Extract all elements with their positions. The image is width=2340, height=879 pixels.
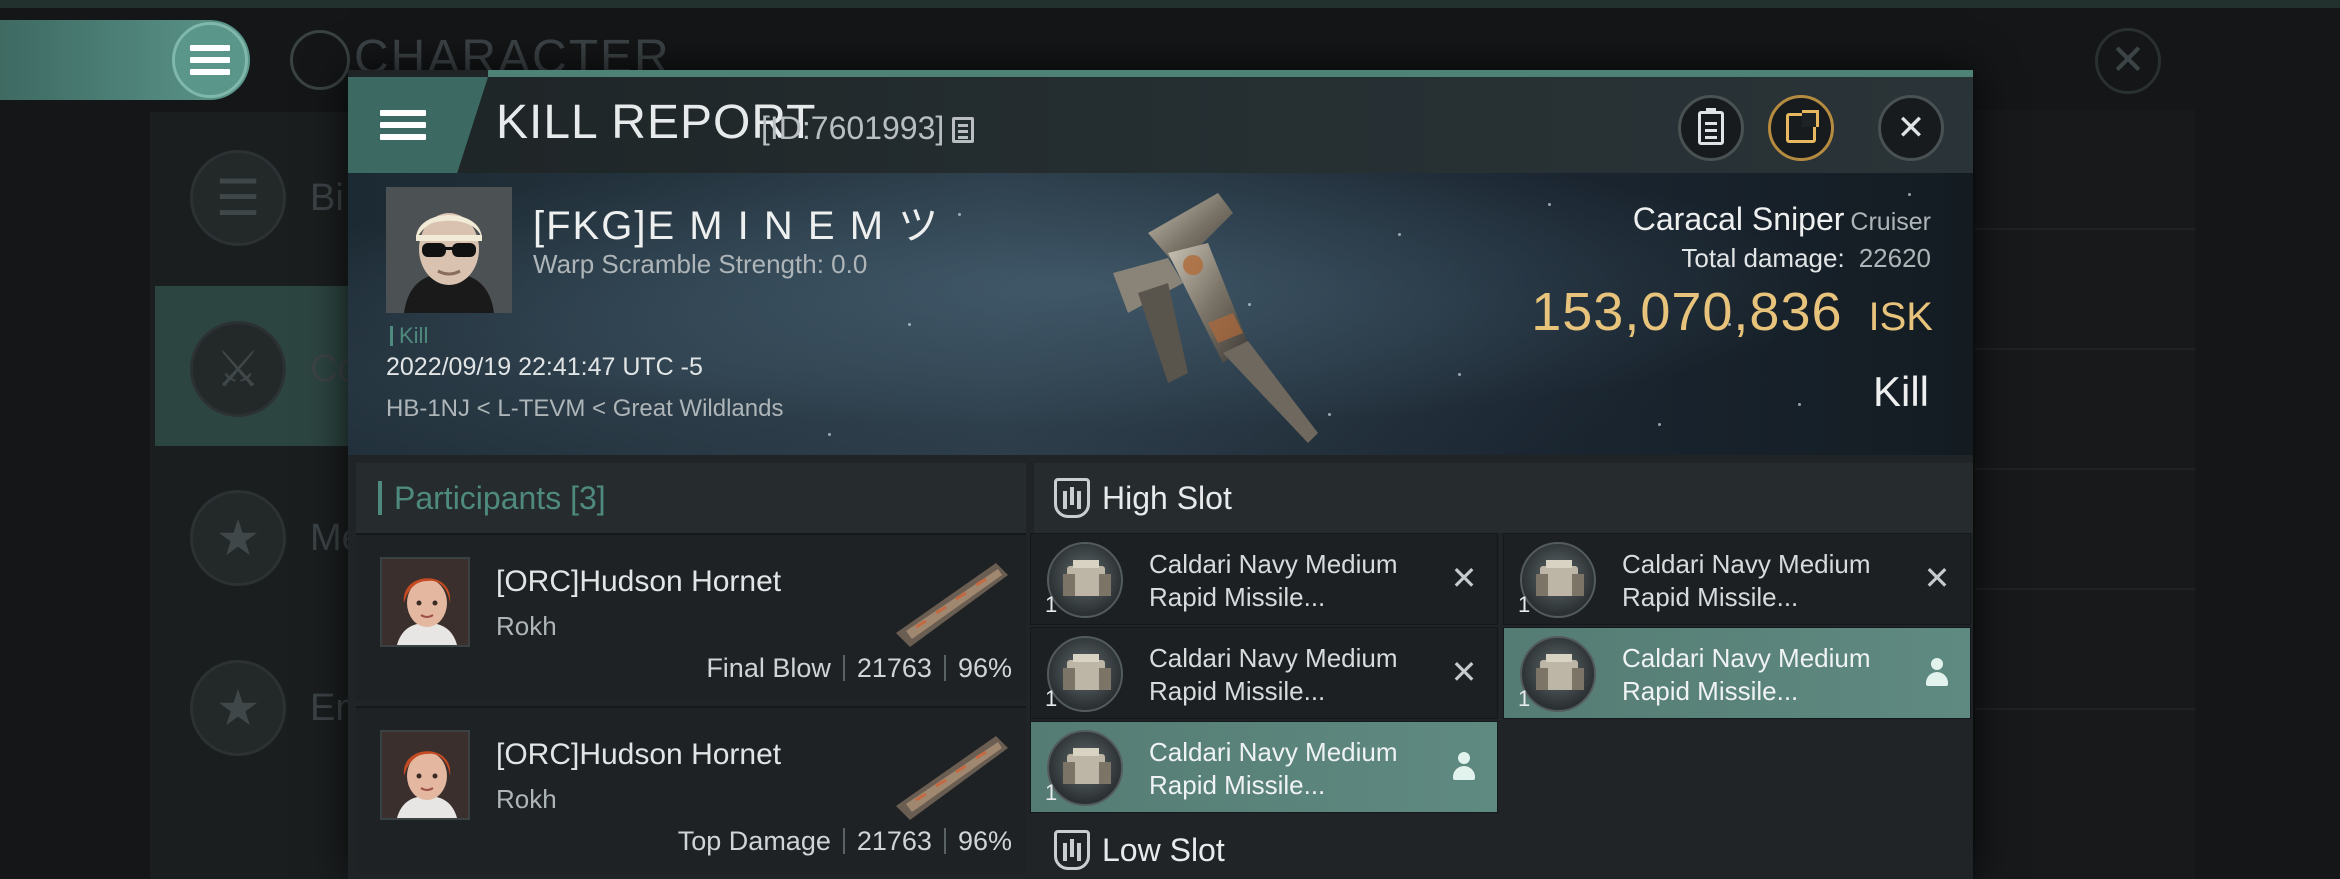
module-name: Caldari Navy Medium Rapid Missile...	[1622, 549, 1871, 612]
ship-render	[1113, 193, 1318, 443]
weapon-image	[896, 736, 1008, 820]
destroyed-x-icon: ✕	[1450, 560, 1478, 596]
module-name: Caldari Navy Medium Rapid Missile...	[1622, 643, 1871, 706]
high-slot-label: High Slot	[1102, 479, 1232, 516]
share-button[interactable]	[1768, 95, 1834, 161]
isk-value-line: 153,070,836 ISK	[1531, 281, 1933, 343]
list-icon: ☰	[190, 150, 286, 246]
participants-count: [3]	[570, 479, 606, 516]
module-name: Caldari Navy Medium Rapid Missile...	[1149, 549, 1398, 612]
total-damage: Total damage: 22620	[1681, 243, 1931, 274]
participant-role: Final Blow	[706, 653, 831, 683]
participant-ship: Rokh	[496, 611, 557, 641]
module-name: Caldari Navy Medium Rapid Missile...	[1149, 737, 1398, 800]
kill-tag: Kill	[390, 323, 428, 349]
participant-stats: Final Blow 21763 96%	[706, 653, 1012, 684]
module-item[interactable]: 1 Caldari Navy Medium Rapid Missile... ✕	[1030, 533, 1498, 625]
kill-datetime: 2022/09/19 22:41:47 UTC -5	[386, 353, 703, 381]
participant-damage: 21763	[856, 653, 932, 683]
victim-portrait[interactable]	[386, 187, 512, 313]
module-quantity: 1	[1045, 780, 1058, 805]
sidebar-item-medals[interactable]: ★ Me	[155, 455, 363, 615]
warp-scramble-strength: Warp Scramble Strength: 0.0	[533, 249, 868, 279]
isk-unit: ISK	[1868, 295, 1933, 339]
star-icon: ★	[190, 490, 286, 586]
participant-name: [ORC]Hudson Hornet	[496, 738, 782, 771]
module-quantity: 1	[1045, 592, 1058, 617]
high-slot-header: High Slot	[1034, 463, 1973, 533]
launcher-icon	[1047, 730, 1123, 806]
outcome-label: Kill	[1872, 368, 1929, 415]
participant-stats: Top Damage 21763 96%	[678, 826, 1012, 857]
victim-banner: [FKG]E M I N E M ツ Warp Scramble Strengt…	[348, 173, 1973, 455]
clipboard-button[interactable]	[1678, 95, 1744, 161]
module-quantity: 1	[1518, 686, 1531, 711]
window-header: KILL REPORT [ID:7601993] ✕	[348, 77, 1973, 173]
total-damage-label: Total damage:	[1681, 243, 1845, 273]
participant-damage: 21763	[856, 826, 932, 856]
destroyed-x-icon: ✕	[1923, 560, 1951, 596]
victim-pilot-name[interactable]: [FKG]E M I N E M ツ	[533, 193, 940, 251]
destroyed-x-icon: ✕	[1450, 654, 1478, 690]
character-icon	[290, 30, 350, 90]
star-badge-icon: ★	[190, 660, 286, 756]
isk-value: 153,070,836	[1531, 282, 1843, 342]
close-button[interactable]: ✕	[1878, 95, 1944, 161]
background-menu-button[interactable]	[0, 20, 250, 100]
participant-role: Top Damage	[677, 826, 831, 856]
participants-header[interactable]: Participants [3]	[356, 463, 1026, 533]
kill-id: [ID:7601993]	[761, 110, 945, 146]
module-item[interactable]: 1 Caldari Navy Medium Rapid Missile... ✕	[1030, 627, 1498, 719]
participant-percent: 96%	[957, 826, 1012, 856]
sidebar-item-label: Bi	[310, 177, 344, 219]
weapon-image	[896, 563, 1008, 647]
high-slot-icon	[1054, 478, 1090, 518]
launcher-icon	[1047, 636, 1123, 712]
window-menu-button[interactable]	[348, 77, 488, 173]
low-slot-label: Low Slot	[1102, 831, 1225, 868]
hamburger-icon	[172, 22, 248, 98]
launcher-icon	[1047, 542, 1123, 618]
low-slot-icon	[1054, 830, 1090, 870]
background-right-panel	[1975, 110, 2195, 879]
module-item[interactable]: 1 Caldari Navy Medium Rapid Missile...	[1503, 627, 1971, 719]
total-damage-value: 22620	[1858, 243, 1931, 273]
clipboard-icon	[1698, 108, 1724, 145]
low-slot-header: Low Slot	[1034, 815, 1973, 879]
module-quantity: 1	[1518, 592, 1531, 617]
share-icon	[1786, 110, 1819, 143]
background-close-icon[interactable]: ✕	[2095, 28, 2161, 94]
window-accent-line	[488, 70, 1973, 77]
participant-name: [ORC]Hudson Hornet	[496, 565, 782, 598]
participant-avatar	[380, 730, 470, 820]
victim-ship[interactable]: Caracal Sniper Cruiser	[1633, 201, 1931, 238]
swords-icon: ⚔	[190, 321, 286, 417]
sidebar-item-bio[interactable]: ☰ Bi	[155, 115, 350, 275]
ship-class: Cruiser	[1850, 208, 1931, 236]
module-name: Caldari Navy Medium Rapid Missile...	[1149, 643, 1398, 706]
participant-avatar	[380, 557, 470, 647]
module-item[interactable]: 1 Caldari Navy Medium Rapid Missile... ✕	[1503, 533, 1971, 625]
close-icon: ✕	[1896, 109, 1926, 147]
participant-row[interactable]: [ORC]Hudson Hornet Rokh Top Damage 21763 9…	[356, 706, 1026, 874]
person-icon	[1447, 750, 1481, 784]
module-quantity: 1	[1045, 686, 1058, 711]
ship-name: Caracal Sniper	[1632, 201, 1845, 237]
top-edge	[0, 0, 2340, 8]
kill-report-window: KILL REPORT [ID:7601993] ✕ [FKG]E M I N …	[348, 70, 1973, 879]
sidebar-item-combat[interactable]: ⚔ Co	[155, 286, 359, 446]
participant-row[interactable]: [ORC]Hudson Hornet Rokh Final Blow 21763 9…	[356, 533, 1026, 701]
hamburger-icon	[380, 110, 426, 140]
copy-icon[interactable]	[952, 117, 974, 143]
participant-ship: Rokh	[496, 784, 557, 814]
module-item[interactable]: 1 Caldari Navy Medium Rapid Missile...	[1030, 721, 1498, 813]
participants-label: Participants	[394, 479, 562, 516]
launcher-icon	[1520, 636, 1596, 712]
kill-location[interactable]: HB-1NJ < L-TEVM < Great Wildlands	[386, 395, 783, 423]
sidebar-item-employment[interactable]: ★ En	[155, 625, 356, 785]
participant-percent: 96%	[957, 653, 1012, 683]
person-icon	[1920, 656, 1954, 690]
launcher-icon	[1520, 542, 1596, 618]
